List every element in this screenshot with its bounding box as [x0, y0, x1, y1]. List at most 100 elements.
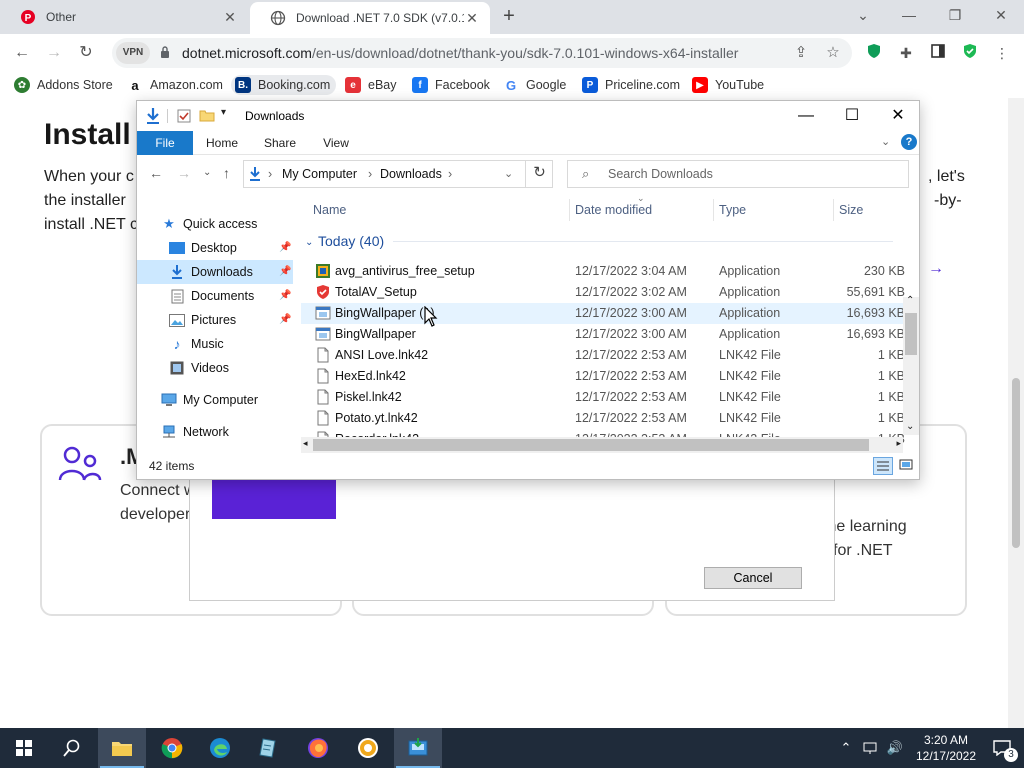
cancel-button[interactable]: Cancel: [704, 567, 802, 589]
maximize-icon[interactable]: ☐: [829, 101, 875, 131]
pin-icon[interactable]: 📌: [279, 266, 291, 277]
back-icon[interactable]: ←: [149, 165, 163, 181]
close-icon[interactable]: ✕: [875, 101, 921, 131]
ribbon-tab-file[interactable]: File: [137, 131, 193, 155]
file-row[interactable]: avg_antivirus_free_setup 12/17/2022 3:04 …: [301, 261, 905, 282]
extensions-puzzle-icon[interactable]: ✚: [896, 43, 916, 63]
file-list-horizontal-scrollbar[interactable]: ◂ ▸: [301, 437, 903, 453]
details-view-button[interactable]: [873, 457, 893, 475]
scroll-left-icon[interactable]: ◂: [303, 438, 308, 449]
scroll-right-icon[interactable]: ▸: [896, 438, 901, 449]
clock[interactable]: 3:20 AM 12/17/2022: [908, 728, 984, 768]
column-header-size[interactable]: Size: [839, 203, 863, 217]
horizontal-scrollbar-thumb[interactable]: [313, 439, 869, 451]
scroll-up-icon[interactable]: ⌃: [906, 295, 914, 306]
page-scrollbar-thumb[interactable]: [1012, 378, 1020, 548]
nav-item-my-computer[interactable]: My Computer: [161, 389, 258, 411]
ribbon-tab-home[interactable]: Home: [197, 131, 247, 155]
back-button[interactable]: ←: [10, 42, 34, 64]
file-row[interactable]: Piskel.lnk42 12/17/2022 2:53 AM LNK42 File…: [301, 387, 905, 408]
bookmark-star-icon[interactable]: ☆: [824, 44, 842, 62]
taskbar-edge[interactable]: [196, 728, 244, 768]
breadcrumb-my-computer[interactable]: My Computer: [282, 167, 357, 181]
vertical-scrollbar-thumb[interactable]: [905, 313, 917, 355]
close-tab-icon[interactable]: ✕: [464, 10, 480, 27]
group-header[interactable]: Today (40): [318, 233, 384, 249]
nav-item-videos[interactable]: Videos: [169, 357, 229, 379]
tab-dotnet-download[interactable]: Download .NET 7.0 SDK (v7.0.10 ✕: [250, 2, 490, 34]
refresh-icon[interactable]: ↻: [525, 160, 553, 188]
file-row[interactable]: TotalAV_Setup 12/17/2022 3:02 AM Applicati…: [301, 282, 905, 303]
tab-other[interactable]: P Other ✕: [0, 0, 248, 34]
column-separator[interactable]: [713, 199, 714, 221]
menu-kebab-icon[interactable]: ⋮: [992, 43, 1012, 63]
column-header-type[interactable]: Type: [719, 203, 746, 217]
address-dropdown-icon[interactable]: ⌄: [504, 167, 513, 180]
taskbar-notepad[interactable]: [244, 728, 292, 768]
file-row[interactable]: ANSI Love.lnk42 12/17/2022 2:53 AM LNK42 F…: [301, 345, 905, 366]
address-bar[interactable]: VPN dotnet.microsoft.com/en-us/download/…: [112, 38, 852, 68]
bookmark-youtube[interactable]: ▶ YouTube: [692, 75, 764, 95]
taskbar-installer[interactable]: [394, 728, 442, 768]
vpn-badge[interactable]: VPN: [116, 42, 150, 64]
bookmark-ebay[interactable]: e eBay: [345, 75, 397, 95]
taskbar-chrome[interactable]: [148, 728, 196, 768]
file-list-vertical-scrollbar[interactable]: ⌃ ⌄: [903, 295, 919, 435]
action-center-button[interactable]: 3: [984, 728, 1020, 768]
recent-locations-icon[interactable]: ⌄: [203, 167, 211, 178]
reload-button[interactable]: ↻: [74, 42, 98, 64]
forward-button[interactable]: →: [42, 42, 66, 64]
ribbon-tab-view[interactable]: View: [311, 131, 361, 155]
chevron-right-icon[interactable]: ›: [368, 167, 372, 181]
url-text[interactable]: dotnet.microsoft.com/en-us/download/dotn…: [182, 45, 738, 61]
scroll-down-icon[interactable]: ⌄: [906, 421, 914, 432]
taskbar-search-button[interactable]: [48, 728, 96, 768]
new-folder-icon[interactable]: [199, 108, 215, 122]
restore-icon[interactable]: ❐: [932, 0, 978, 30]
bookmark-facebook[interactable]: f Facebook: [412, 75, 490, 95]
up-icon[interactable]: ↑: [223, 165, 230, 181]
nav-item-quick-access[interactable]: ★ Quick access: [161, 213, 257, 235]
forward-icon[interactable]: →: [177, 165, 191, 181]
tab-search-icon[interactable]: ⌄: [840, 0, 886, 30]
expand-ribbon-icon[interactable]: ⌄: [881, 135, 890, 148]
page-scrollbar[interactable]: [1008, 98, 1024, 728]
nav-item-music[interactable]: ♪ Music: [169, 333, 224, 355]
file-row[interactable]: BingWallpaper 12/17/2022 3:00 AM Applicati…: [301, 324, 905, 345]
pin-icon[interactable]: 📌: [279, 242, 291, 253]
new-tab-button[interactable]: +: [498, 6, 520, 28]
explorer-address-bar[interactable]: › My Computer › Downloads › ⌄: [243, 160, 553, 188]
column-header-date[interactable]: Date modified: [575, 203, 652, 217]
start-button[interactable]: [0, 728, 48, 768]
properties-icon[interactable]: [177, 109, 191, 123]
close-tab-icon[interactable]: ✕: [222, 9, 238, 26]
bookmark-amazon[interactable]: a Amazon.com: [127, 75, 223, 95]
minimize-icon[interactable]: —: [783, 101, 829, 131]
volume-icon[interactable]: 🔊: [884, 728, 906, 768]
help-icon[interactable]: ?: [901, 134, 917, 150]
large-icons-view-button[interactable]: [897, 457, 917, 475]
security-extension-icon[interactable]: [960, 43, 980, 63]
collapse-group-icon[interactable]: ⌄: [305, 237, 313, 248]
show-hidden-icons-chevron-icon[interactable]: ⌃: [836, 728, 856, 768]
file-row[interactable]: BingWallpaper (1) 12/17/2022 3:00 AM Appli…: [301, 303, 905, 324]
pin-icon[interactable]: 📌: [279, 314, 291, 325]
nav-item-network[interactable]: Network: [161, 421, 229, 443]
taskbar-firefox[interactable]: [294, 728, 342, 768]
network-tray-icon[interactable]: [860, 728, 882, 768]
ribbon-tab-share[interactable]: Share: [255, 131, 305, 155]
side-panel-icon[interactable]: [928, 43, 948, 63]
chevron-right-icon[interactable]: ›: [268, 167, 272, 181]
quick-access-dropdown-icon[interactable]: ▾: [221, 107, 226, 118]
column-separator[interactable]: [833, 199, 834, 221]
minimize-icon[interactable]: —: [886, 0, 932, 30]
share-icon[interactable]: ⇪: [792, 44, 810, 62]
arrow-right-icon[interactable]: →: [928, 260, 944, 278]
nav-item-documents[interactable]: Documents: [169, 285, 254, 307]
taskbar-file-explorer[interactable]: [98, 728, 146, 768]
bookmark-google[interactable]: G Google: [503, 75, 566, 95]
bookmark-booking[interactable]: B. Booking.com: [231, 75, 337, 95]
file-row[interactable]: HexEd.lnk42 12/17/2022 2:53 AM LNK42 File 1…: [301, 366, 905, 387]
column-header-name[interactable]: Name: [313, 203, 346, 217]
bookmark-priceline[interactable]: P Priceline.com: [582, 75, 680, 95]
